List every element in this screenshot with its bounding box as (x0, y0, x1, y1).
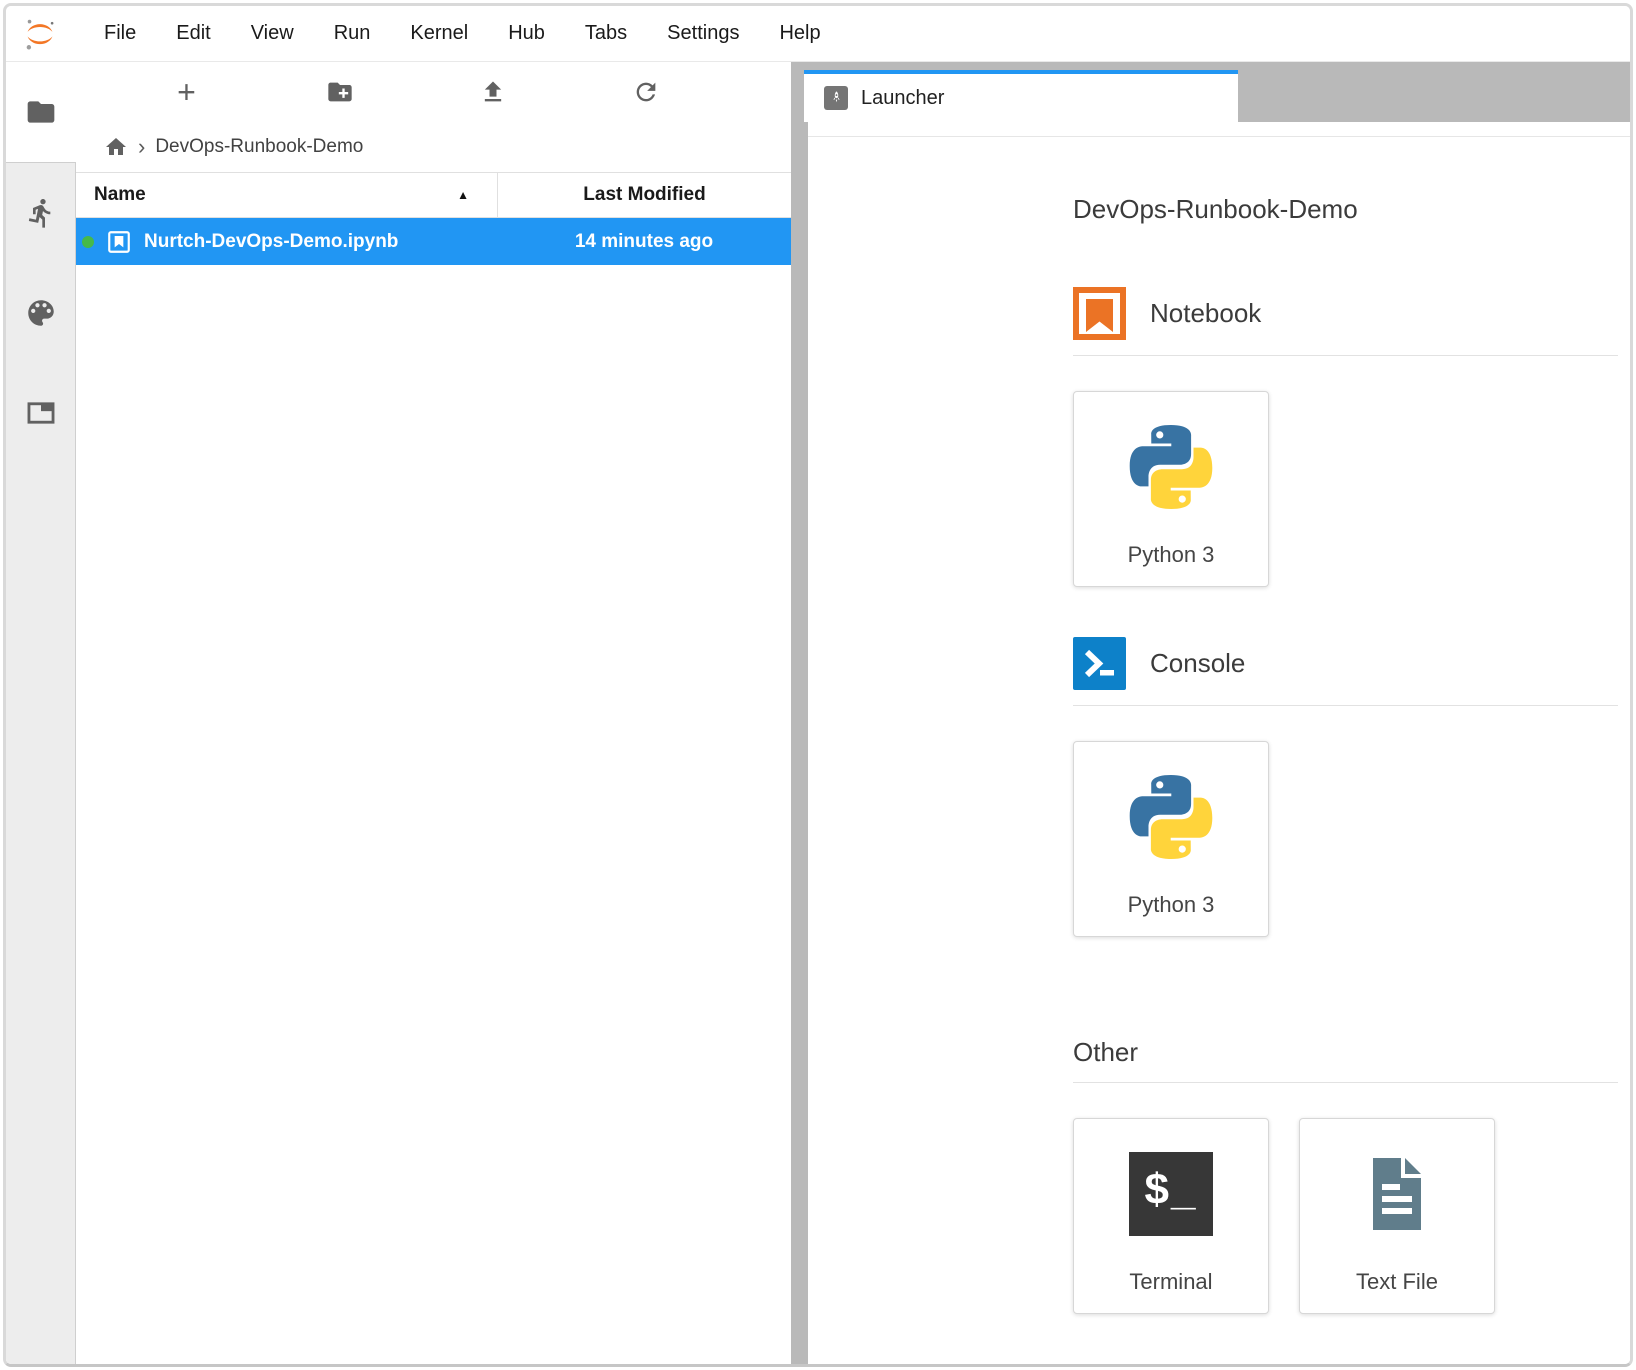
file-row-name-cell: Nurtch-DevOps-Demo.ipynb (76, 229, 497, 255)
last-modified-column-label: Last Modified (583, 184, 705, 206)
rocket-icon (824, 86, 848, 110)
python-logo-icon (1121, 742, 1221, 892)
sort-ascending-icon[interactable]: ▲ (457, 188, 469, 202)
menu-run[interactable]: Run (314, 22, 391, 45)
main-dock-area: Launcher DevOps-Runbook-Demo Not (791, 62, 1630, 1364)
new-launcher-button[interactable]: + (110, 76, 263, 108)
launcher-body: DevOps-Runbook-Demo Notebook (808, 137, 1630, 1314)
menu-file[interactable]: File (84, 22, 156, 45)
menu-bar: File Edit View Run Kernel Hub Tabs Setti… (6, 6, 1630, 62)
section-notebook: Notebook (1073, 287, 1618, 340)
app-body: + (6, 62, 1630, 1364)
dock-panel-gutter[interactable] (791, 122, 808, 1364)
menu-tabs[interactable]: Tabs (565, 22, 647, 45)
running-sessions-icon (25, 197, 57, 229)
launcher-toolbar-strip (808, 122, 1630, 137)
notebook-file-icon (106, 229, 132, 255)
launcher-card-notebook-python3[interactable]: Python 3 (1073, 391, 1269, 587)
notebook-icon (1073, 287, 1126, 340)
section-divider (1073, 1082, 1618, 1083)
launcher-cwd-title: DevOps-Runbook-Demo (1073, 194, 1618, 225)
sidebar-tab-commands[interactable] (6, 263, 75, 363)
menu-settings[interactable]: Settings (647, 22, 759, 45)
file-name: Nurtch-DevOps-Demo.ipynb (144, 231, 398, 253)
section-other-label: Other (1073, 1037, 1618, 1068)
breadcrumb-separator: › (138, 134, 145, 160)
upload-icon (479, 78, 507, 106)
terminal-icon: $_ (1129, 1119, 1213, 1269)
menu-help[interactable]: Help (759, 22, 840, 45)
column-header-name[interactable]: Name ▲ (76, 184, 497, 206)
file-browser-toolbar: + (76, 62, 791, 122)
kernel-running-dot (82, 236, 94, 248)
text-file-icon (1355, 1119, 1439, 1269)
section-divider (1073, 705, 1618, 706)
name-column-label: Name (94, 184, 146, 206)
sidebar-tab-files[interactable] (6, 62, 76, 162)
refresh-icon (632, 78, 660, 106)
sidebar-tab-running[interactable] (6, 163, 75, 263)
menu-hub[interactable]: Hub (488, 22, 565, 45)
card-label: Python 3 (1128, 542, 1215, 586)
launcher-panel: DevOps-Runbook-Demo Notebook (791, 122, 1630, 1364)
python-logo-icon (1121, 392, 1221, 542)
section-console-label: Console (1150, 648, 1245, 679)
card-label: Python 3 (1128, 892, 1215, 936)
folder-icon (25, 96, 57, 128)
card-label: Terminal (1129, 1269, 1212, 1313)
other-cards-row: $_ Terminal (1073, 1115, 1618, 1314)
launcher-card-text-file[interactable]: Text File (1299, 1118, 1495, 1314)
section-divider (1073, 355, 1618, 356)
terminal-prompt-glyph: $_ (1145, 1165, 1198, 1215)
column-header-last-modified[interactable]: Last Modified (497, 173, 791, 217)
dock-tab-bar: Launcher (791, 62, 1630, 122)
open-tabs-icon (24, 396, 58, 430)
jupyterlab-window: File Edit View Run Kernel Hub Tabs Setti… (3, 3, 1633, 1367)
launcher-card-terminal[interactable]: $_ Terminal (1073, 1118, 1269, 1314)
home-icon[interactable] (104, 135, 128, 159)
upload-button[interactable] (416, 78, 569, 106)
jupyter-logo-icon (22, 16, 58, 52)
breadcrumb-current-folder[interactable]: DevOps-Runbook-Demo (155, 136, 363, 158)
launcher-tab[interactable]: Launcher (804, 70, 1238, 122)
section-console: Console (1073, 637, 1618, 690)
console-icon (1073, 637, 1126, 690)
left-sidebar (6, 62, 76, 1364)
menu-kernel[interactable]: Kernel (390, 22, 488, 45)
sidebar-tab-open-tabs[interactable] (6, 363, 75, 463)
refresh-button[interactable] (569, 78, 722, 106)
new-folder-button[interactable] (263, 78, 416, 106)
new-folder-icon (326, 78, 354, 106)
section-notebook-label: Notebook (1150, 298, 1261, 329)
palette-icon (24, 296, 58, 330)
menu-edit[interactable]: Edit (156, 22, 230, 45)
card-label: Text File (1356, 1269, 1438, 1313)
menu-view[interactable]: View (231, 22, 314, 45)
file-row-selected[interactable]: Nurtch-DevOps-Demo.ipynb 14 minutes ago (76, 218, 791, 265)
file-browser-panel: + (76, 62, 791, 1364)
file-last-modified: 14 minutes ago (497, 231, 791, 253)
launcher-card-console-python3[interactable]: Python 3 (1073, 741, 1269, 937)
breadcrumb: › DevOps-Runbook-Demo (76, 122, 791, 172)
plus-icon: + (177, 76, 196, 108)
file-list-header: Name ▲ Last Modified (76, 172, 791, 218)
launcher-tab-label: Launcher (861, 87, 944, 110)
sidebar-tab-strip (6, 162, 76, 1364)
